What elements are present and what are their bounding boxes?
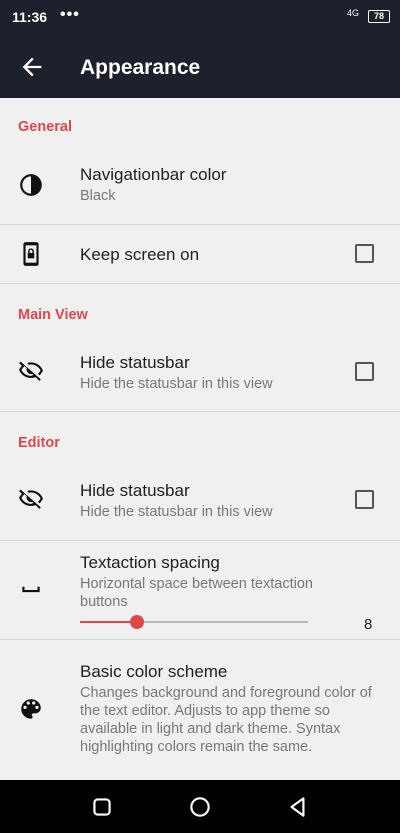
setting-title: Basic color scheme [80,662,228,681]
setting-textaction-spacing[interactable]: Textaction spacing Horizontal space betw… [0,541,400,639]
eye-off-icon [19,489,43,509]
section-header-editor: Editor [18,435,60,451]
setting-title: Hide statusbar [80,353,190,372]
setting-title: Keep screen on [80,245,200,264]
palette-icon [21,699,41,719]
eye-off-icon [19,361,43,381]
recents-icon[interactable] [89,794,115,820]
keep-screen-checkbox[interactable] [355,244,374,263]
status-time: 11:36 [12,9,48,25]
setting-navigationbar-color[interactable]: Navigationbar color Black [0,148,400,224]
phone-lock-icon [23,242,39,266]
notification-dots: ••• [60,6,80,23]
setting-main-hide-statusbar[interactable]: Hide statusbar Hide the statusbar in thi… [0,336,400,411]
spacing-slider-fill [80,621,137,623]
divider [0,411,400,412]
setting-basic-color-scheme[interactable]: Basic color scheme Changes background an… [0,640,400,778]
setting-editor-hide-statusbar[interactable]: Hide statusbar Hide the statusbar in thi… [0,464,400,540]
section-header-main-view: Main View [18,307,88,323]
divider [0,283,400,284]
setting-subtitle: Hide the statusbar in this view [80,504,273,520]
battery-icon: 78 [368,10,390,23]
app-bar: Appearance [0,36,400,98]
setting-subtitle: Horizontal space between textaction butt… [80,576,313,610]
setting-title: Navigationbar color [80,165,227,184]
setting-subtitle: Changes background and foreground color … [80,685,372,755]
spacing-value: 8 [364,616,373,633]
home-icon[interactable] [187,794,213,820]
main-hide-statusbar-checkbox[interactable] [355,362,374,381]
system-navigation-bar [0,780,400,833]
page-title: Appearance [80,56,201,79]
section-header-general: General [18,119,72,135]
back-arrow-icon[interactable] [18,53,46,81]
space-bar-icon [22,586,40,593]
network-indicator: 4G [347,8,360,18]
contrast-icon [20,174,42,196]
spacing-slider-thumb[interactable] [130,615,144,629]
setting-title: Hide statusbar [80,481,190,500]
setting-keep-screen-on[interactable]: Keep screen on [0,225,400,283]
editor-hide-statusbar-checkbox[interactable] [355,490,374,509]
back-icon[interactable] [285,794,311,820]
setting-title: Textaction spacing [80,553,220,572]
setting-subtitle: Black [80,188,116,204]
status-bar: 11:36 ••• 4G 78 [0,0,400,36]
setting-subtitle: Hide the statusbar in this view [80,376,273,392]
